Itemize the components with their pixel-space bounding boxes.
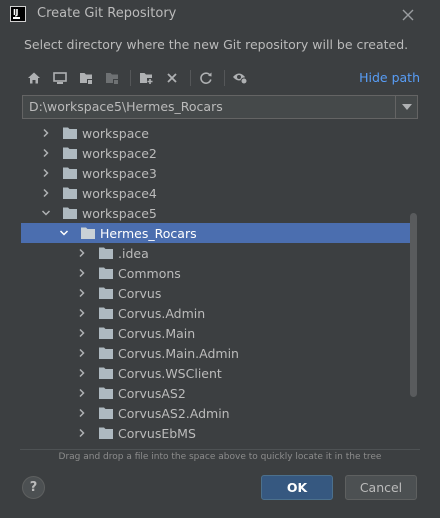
- tree-row[interactable]: Commons: [21, 263, 411, 283]
- directory-tree[interactable]: workspace workspace2 workspace3 workspace4 w…: [21, 121, 419, 447]
- path-dropdown-button[interactable]: [395, 96, 417, 118]
- folder-icon: [63, 147, 77, 159]
- tree-row[interactable]: .idea: [21, 243, 411, 263]
- chevron-down-icon[interactable]: [41, 208, 51, 218]
- folder-icon: [99, 267, 113, 279]
- chevron-right-icon[interactable]: [41, 168, 51, 178]
- tree-row[interactable]: workspace3: [21, 163, 411, 183]
- chevron-right-icon[interactable]: [41, 188, 51, 198]
- tree-row-label: Corvus.Main: [118, 326, 196, 341]
- tree-row[interactable]: Corvus.Main: [21, 323, 411, 343]
- help-button[interactable]: ?: [22, 476, 45, 499]
- folder-icon: [63, 127, 77, 139]
- tree-row-label: CorvusEbMS: [118, 426, 196, 441]
- tree-row-label: workspace2: [82, 146, 157, 161]
- folder-icon: [99, 367, 113, 379]
- folder-icon: [63, 207, 77, 219]
- tree-row-label: workspace5: [82, 206, 157, 221]
- tree-row[interactable]: workspace4: [21, 183, 411, 203]
- chevron-right-icon[interactable]: [77, 248, 87, 258]
- tree-row-label: workspace3: [82, 166, 157, 181]
- chevron-right-icon[interactable]: [41, 148, 51, 158]
- hide-path-link[interactable]: Hide path: [359, 70, 420, 85]
- folder-icon: [99, 307, 113, 319]
- tree-row[interactable]: workspace2: [21, 143, 411, 163]
- tree-row-label: .idea: [118, 246, 149, 261]
- new-folder-icon[interactable]: [136, 68, 156, 88]
- chevron-right-icon[interactable]: [77, 348, 87, 358]
- chevron-right-icon[interactable]: [77, 268, 87, 278]
- folder-icon: [63, 187, 77, 199]
- tree-row-label: Hermes_Rocars: [100, 226, 197, 241]
- tree-row[interactable]: Corvus.WSClient: [21, 363, 411, 383]
- app-icon-text: IJ: [13, 8, 18, 17]
- tree-row[interactable]: CorvusAS2.Admin: [21, 403, 411, 423]
- tree-row-label: Corvus.Admin: [118, 306, 206, 321]
- close-icon[interactable]: [398, 5, 418, 25]
- tree-row[interactable]: workspace5: [21, 203, 411, 223]
- folder-icon: [81, 227, 95, 239]
- chevron-right-icon[interactable]: [77, 368, 87, 378]
- show-hidden-icon[interactable]: [230, 68, 250, 88]
- cancel-button[interactable]: Cancel: [345, 475, 417, 500]
- chevron-right-icon[interactable]: [77, 328, 87, 338]
- folder-icon: [99, 387, 113, 399]
- home-icon[interactable]: [24, 68, 44, 88]
- tree-scrollbar[interactable]: [410, 213, 417, 397]
- tree-row[interactable]: Corvus.Main.Admin: [21, 343, 411, 363]
- chevron-down-icon[interactable]: [59, 228, 69, 238]
- tree-row[interactable]: workspace: [21, 123, 411, 143]
- title-bar: IJ Create Git Repository: [0, 0, 440, 30]
- tree-row-label: Commons: [118, 266, 181, 281]
- chevron-right-icon[interactable]: [77, 408, 87, 418]
- tree-row[interactable]: CorvusEbMS: [21, 423, 411, 443]
- folder-icon: [99, 347, 113, 359]
- tree-row[interactable]: Corvus: [21, 283, 411, 303]
- tree-row-label: CorvusEbMS.Admin: [118, 446, 240, 447]
- folder-icon: [99, 327, 113, 339]
- tree-row-label: CorvusAS2: [118, 386, 186, 401]
- folder-icon: [99, 407, 113, 419]
- chevron-right-icon[interactable]: [77, 388, 87, 398]
- path-combobox[interactable]: D:\workspace5\Hermes_Rocars: [22, 95, 418, 119]
- chevron-down-icon: [401, 104, 412, 110]
- desktop-icon[interactable]: [50, 68, 70, 88]
- project-folder-icon[interactable]: [76, 68, 96, 88]
- ok-button[interactable]: OK: [261, 475, 333, 500]
- path-input[interactable]: D:\workspace5\Hermes_Rocars: [29, 99, 223, 114]
- chevron-right-icon[interactable]: [77, 288, 87, 298]
- file-chooser-toolbar: Hide path: [20, 66, 420, 90]
- tree-row-label: CorvusAS2.Admin: [118, 406, 230, 421]
- chevron-right-icon[interactable]: [41, 128, 51, 138]
- folder-icon: [99, 247, 113, 259]
- folder-icon: [99, 287, 113, 299]
- delete-icon[interactable]: [162, 68, 182, 88]
- dialog-description: Select directory where the new Git repos…: [24, 37, 409, 52]
- chevron-right-icon[interactable]: [77, 308, 87, 318]
- tree-row-label: Corvus: [118, 286, 162, 301]
- tree-row-label: Corvus.WSClient: [118, 366, 222, 381]
- intellij-logo-icon: IJ: [10, 6, 26, 22]
- tree-row[interactable]: CorvusEbMS.Admin: [21, 443, 411, 447]
- module-folder-icon[interactable]: [102, 68, 122, 88]
- tree-row[interactable]: CorvusAS2: [21, 383, 411, 403]
- dialog-title: Create Git Repository: [37, 6, 177, 21]
- tree-row-label: Corvus.Main.Admin: [118, 346, 239, 361]
- folder-icon: [63, 167, 77, 179]
- tree-row[interactable]: Corvus.Admin: [21, 303, 411, 323]
- refresh-icon[interactable]: [196, 68, 216, 88]
- chevron-right-icon[interactable]: [77, 428, 87, 438]
- tree-row[interactable]: Hermes_Rocars: [21, 223, 411, 243]
- drag-drop-hint: Drag and drop a file into the space abov…: [58, 452, 382, 462]
- tree-row-label: workspace: [82, 126, 149, 141]
- tree-row-label: workspace4: [82, 186, 157, 201]
- folder-icon: [99, 427, 113, 439]
